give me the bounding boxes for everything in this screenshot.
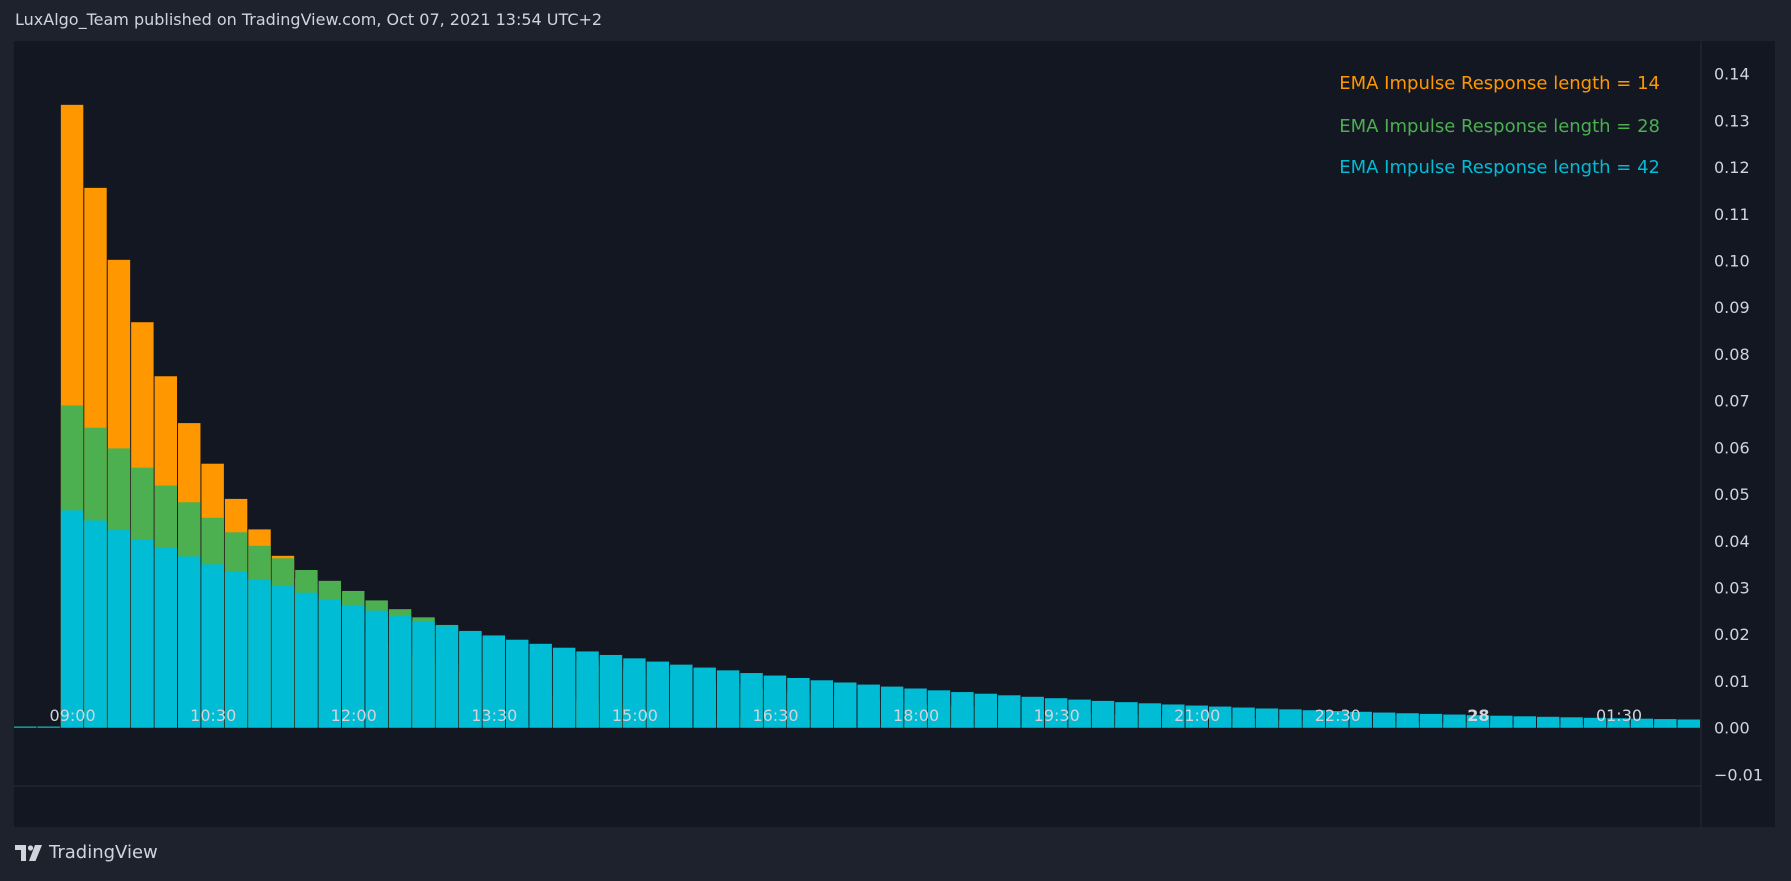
y-tick-label: 0.11 bbox=[1714, 205, 1750, 224]
x-tick-label: 21:00 bbox=[1174, 706, 1220, 725]
bar-42-2 bbox=[60, 510, 84, 728]
y-tick-label: 0.13 bbox=[1714, 111, 1750, 130]
bar-42-52 bbox=[1232, 707, 1255, 728]
footer-brand: TradingView bbox=[15, 842, 158, 863]
bar-42-24 bbox=[576, 651, 599, 728]
bar-42-28 bbox=[670, 664, 693, 728]
attribution-header: LuxAlgo_Team published on TradingView.co… bbox=[15, 10, 603, 29]
x-tick-label: 01:30 bbox=[1596, 706, 1642, 725]
x-tick-label: 15:00 bbox=[612, 706, 658, 725]
bar-42-35 bbox=[834, 682, 857, 728]
bar-42-47 bbox=[1115, 702, 1138, 728]
bar-42-3 bbox=[84, 520, 107, 728]
bar-42-60 bbox=[1419, 713, 1443, 728]
bar-42-41 bbox=[974, 693, 998, 728]
bar-42-12 bbox=[295, 592, 318, 728]
x-tick-label: 16:30 bbox=[752, 706, 798, 725]
y-tick-label: 0.14 bbox=[1714, 65, 1750, 84]
bar-42-53 bbox=[1255, 708, 1279, 728]
bar-42-18 bbox=[435, 626, 459, 728]
x-tick-label: 12:00 bbox=[331, 706, 377, 725]
y-tick-label: 0.04 bbox=[1714, 532, 1750, 551]
bar-42-64 bbox=[1513, 716, 1536, 728]
x-tick-label: 09:00 bbox=[50, 706, 96, 725]
legend: EMA Impulse Response length = 14 EMA Impu… bbox=[1339, 73, 1660, 178]
bar-42-66 bbox=[1560, 717, 1583, 728]
bar-42-54 bbox=[1279, 709, 1302, 728]
legend-item-42: EMA Impulse Response length = 42 bbox=[1339, 157, 1660, 178]
bar-42-65 bbox=[1536, 716, 1560, 728]
tradingview-logo-icon bbox=[15, 844, 42, 861]
x-tick-label: 18:00 bbox=[893, 706, 939, 725]
bar-42-71 bbox=[1677, 719, 1700, 728]
x-tick-label: 28 bbox=[1467, 706, 1489, 725]
bar-42-7 bbox=[178, 556, 201, 728]
y-tick-label: 0.08 bbox=[1714, 345, 1750, 364]
bar-42-9 bbox=[224, 571, 248, 728]
bar-42-10 bbox=[248, 579, 271, 728]
y-tick-label: 0.06 bbox=[1714, 438, 1750, 457]
y-tick-label: 0.10 bbox=[1714, 252, 1750, 271]
bar-42-29 bbox=[693, 667, 716, 728]
y-tick-label: 0.07 bbox=[1714, 392, 1750, 411]
y-tick-label: 0.03 bbox=[1714, 579, 1750, 598]
footer-brand-label: TradingView bbox=[49, 842, 158, 863]
bar-42-34 bbox=[810, 680, 834, 728]
x-tick-label: 22:30 bbox=[1315, 706, 1361, 725]
bar-42-58 bbox=[1372, 712, 1396, 728]
x-tick-label: 19:30 bbox=[1034, 706, 1080, 725]
y-tick-label: 0.05 bbox=[1714, 485, 1750, 504]
bar-42-4 bbox=[107, 530, 131, 728]
bar-42-70 bbox=[1654, 719, 1677, 728]
bar-42-5 bbox=[131, 539, 154, 728]
bar-42-40 bbox=[951, 692, 974, 728]
y-tick-label: 0.09 bbox=[1714, 298, 1750, 317]
bar-42-63 bbox=[1490, 715, 1513, 728]
bar-42-22 bbox=[529, 643, 552, 728]
bar-42-46 bbox=[1091, 700, 1115, 728]
y-tick-label: 0.02 bbox=[1714, 625, 1750, 644]
bar-42-8 bbox=[201, 564, 224, 728]
y-tick-label: 0.01 bbox=[1714, 672, 1750, 691]
bar-42-36 bbox=[857, 684, 880, 728]
bar-42-42 bbox=[998, 695, 1021, 728]
bar-42-61 bbox=[1443, 714, 1466, 728]
bar-42-17 bbox=[412, 621, 435, 728]
x-tick-label: 13:30 bbox=[471, 706, 517, 725]
bar-42-59 bbox=[1396, 713, 1419, 728]
bar-42-16 bbox=[388, 616, 412, 728]
bar-42-1 bbox=[37, 726, 60, 728]
bar-42-23 bbox=[552, 647, 576, 728]
bar-42-6 bbox=[154, 548, 178, 728]
bar-42-0 bbox=[14, 726, 37, 728]
bar-42-48 bbox=[1138, 703, 1162, 728]
legend-item-28: EMA Impulse Response length = 28 bbox=[1339, 116, 1660, 137]
bar-42-30 bbox=[716, 670, 740, 728]
y-tick-label: −0.01 bbox=[1714, 765, 1763, 784]
x-tick-label: 10:30 bbox=[190, 706, 236, 725]
y-tick-label: 0.12 bbox=[1714, 158, 1750, 177]
y-tick-label: 0.00 bbox=[1714, 719, 1750, 738]
bar-42-11 bbox=[271, 586, 295, 728]
ema-impulse-response-chart[interactable]: 0.14 0.13 0.12 0.11 0.10 0.09 0.08 0.07 0.06 0.05… bbox=[14, 41, 1775, 827]
legend-item-14: EMA Impulse Response length = 14 bbox=[1339, 73, 1660, 94]
